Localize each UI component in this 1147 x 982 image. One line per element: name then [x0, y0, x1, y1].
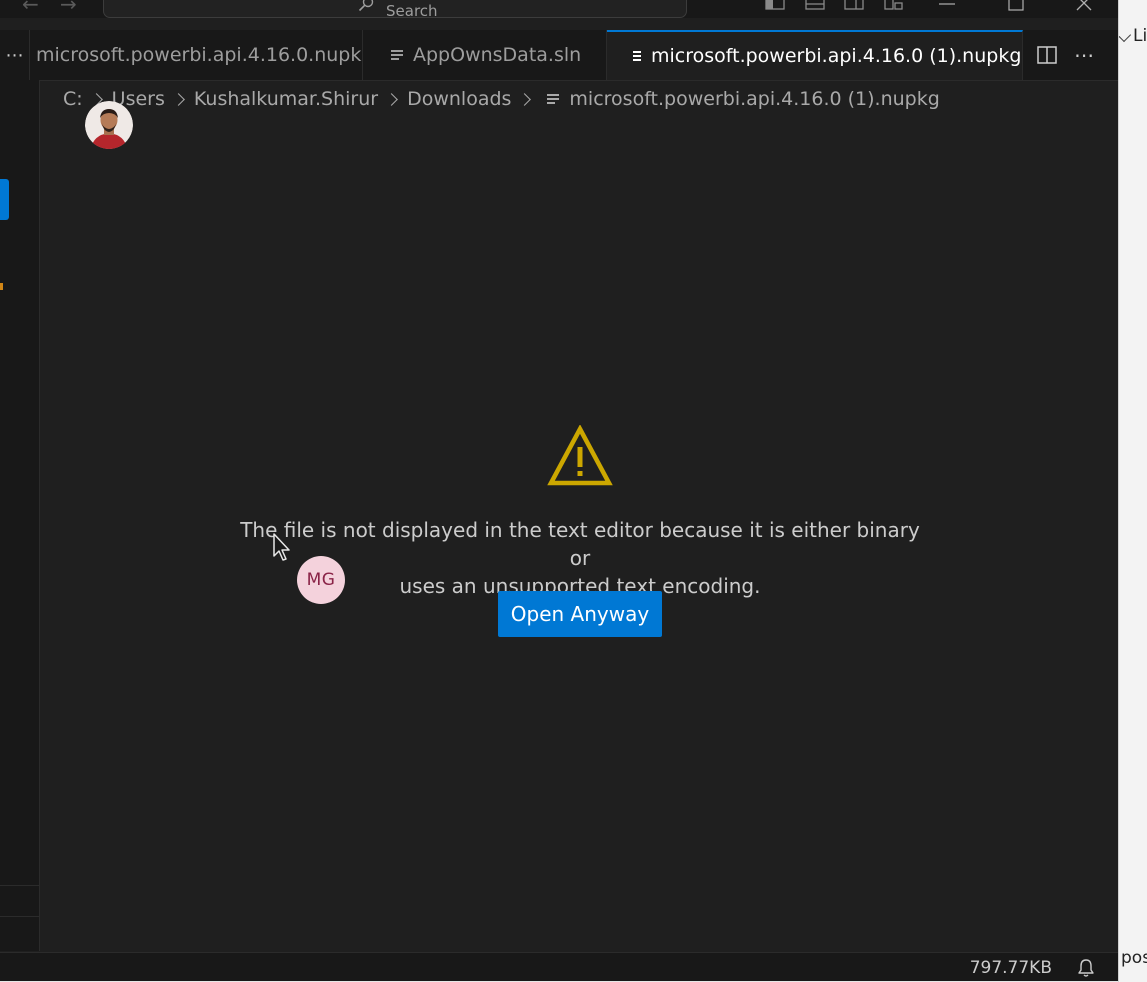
status-bar: 797.77KB: [0, 952, 1118, 982]
tab-appownsdata-sln[interactable]: AppOwnsData.sln: [363, 30, 607, 80]
chevron-down-icon: [1119, 27, 1132, 43]
tab-label: microsoft.powerbi.api.4.16.0 (1).nupkg: [651, 45, 1022, 67]
breadcrumb-user-folder[interactable]: Kushalkumar.Shirur: [194, 88, 378, 110]
mouse-cursor-icon: [273, 533, 290, 561]
minimize-icon[interactable]: [938, 0, 956, 8]
tab-label: microsoft.powerbi.api.4.16.0.nupkg: [36, 44, 363, 66]
maximize-icon[interactable]: [1007, 0, 1025, 12]
bell-icon[interactable]: [1076, 958, 1096, 978]
background-window-text: Liv: [1133, 26, 1147, 46]
title-bar: ← → Search: [0, 0, 1118, 18]
breadcrumb-file[interactable]: microsoft.powerbi.api.4.16.0 (1).nupkg: [569, 88, 939, 110]
sidebar-selection-indicator[interactable]: [0, 179, 9, 220]
file-icon: [547, 92, 560, 106]
search-icon: [358, 0, 374, 12]
tab-label: AppOwnsData.sln: [413, 44, 582, 66]
tab-active-nupkg[interactable]: microsoft.powerbi.api.4.16.0 (1).nupkg ✕: [607, 30, 1023, 80]
avatar[interactable]: [85, 101, 133, 149]
tab-nupkg[interactable]: microsoft.powerbi.api.4.16.0.nupkg: [30, 30, 363, 80]
divider: [0, 885, 39, 886]
customize-layout-icon[interactable]: [884, 0, 904, 10]
file-icon: [391, 48, 403, 62]
close-window-icon[interactable]: [1075, 0, 1093, 12]
breadcrumb-drive[interactable]: C:: [63, 88, 83, 110]
chevron-right-icon: [385, 92, 398, 106]
warning-icon: [547, 425, 613, 486]
breadcrumb-downloads[interactable]: Downloads: [407, 88, 511, 110]
toggle-primary-sidebar-icon[interactable]: [765, 0, 785, 10]
split-editor-icon[interactable]: [1036, 45, 1058, 65]
command-center-search[interactable]: Search: [103, 0, 687, 18]
editor-actions: ⋯: [1036, 30, 1094, 80]
breadcrumb: C: Users Kushalkumar.Shirur Downloads mi…: [63, 86, 940, 112]
background-window: Liv posit: [1118, 0, 1147, 982]
toggle-panel-icon[interactable]: [805, 0, 825, 10]
file-icon: [633, 49, 641, 63]
open-anyway-button[interactable]: Open Anyway: [498, 591, 662, 637]
forward-arrow-icon[interactable]: →: [60, 0, 77, 16]
tab-bar: ⋯ microsoft.powerbi.api.4.16.0.nupkg App…: [0, 30, 1118, 81]
back-arrow-icon[interactable]: ←: [22, 0, 39, 16]
tab-overflow-button[interactable]: ⋯: [0, 30, 30, 80]
message-line-1: The file is not displayed in the text ed…: [240, 518, 920, 570]
divider: [0, 916, 39, 917]
toggle-secondary-sidebar-icon[interactable]: [844, 0, 864, 10]
sidebar-modified-indicator: [0, 283, 3, 290]
side-bar: [0, 80, 40, 951]
chevron-right-icon: [172, 92, 185, 106]
search-label: Search: [386, 2, 438, 18]
status-file-size[interactable]: 797.77KB: [970, 958, 1052, 978]
avatar-photo: [85, 101, 133, 149]
binary-file-message: The file is not displayed in the text ed…: [230, 516, 930, 600]
background-window-text: posit: [1121, 948, 1147, 968]
chevron-right-icon: [518, 92, 532, 106]
more-actions-icon[interactable]: ⋯: [1074, 43, 1094, 67]
